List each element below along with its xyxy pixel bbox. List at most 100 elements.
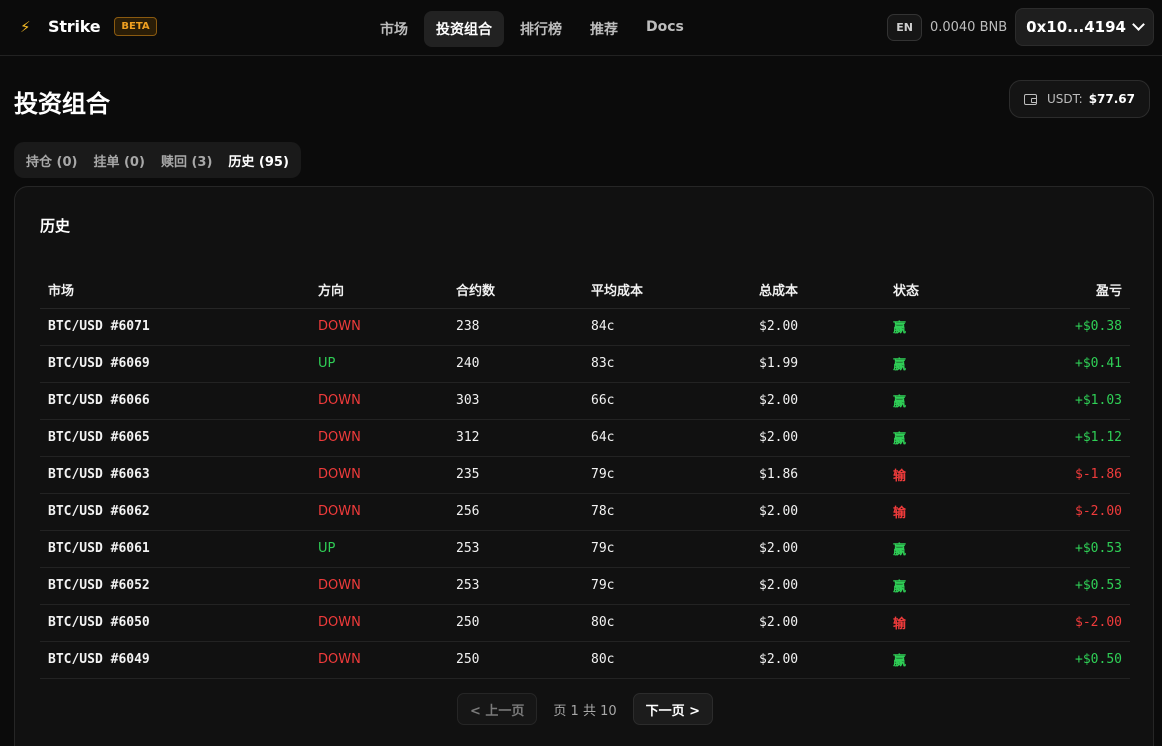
pnl-cell: $-1.86 [1035, 456, 1130, 494]
pnl-cell: $-2.00 [1035, 604, 1130, 642]
direction-cell: DOWN [310, 382, 448, 420]
pnl-cell: +$0.53 [1035, 530, 1130, 568]
nav-item-leaderboard[interactable]: 排行榜 [508, 11, 574, 47]
avg-cost-cell: 78c [583, 493, 751, 531]
usdt-label: USDT: [1046, 92, 1083, 106]
direction-cell: DOWN [310, 493, 448, 531]
avg-cost-cell: 83c [583, 345, 751, 383]
direction-cell: DOWN [310, 641, 448, 679]
table-row[interactable]: BTC/USD #6065 DOWN 312 64c $2.00 赢 +$1.12 [40, 419, 1130, 457]
bolt-icon: ⚡ [20, 17, 31, 36]
direction-cell: DOWN [310, 604, 448, 642]
nav-item-referral[interactable]: 推荐 [578, 11, 630, 47]
next-page-button[interactable]: 下一页 > [632, 693, 714, 725]
total-cost-cell: $2.00 [751, 567, 885, 605]
direction-cell: DOWN [310, 456, 448, 494]
avg-cost-cell: 80c [583, 604, 751, 642]
table-row[interactable]: BTC/USD #6066 DOWN 303 66c $2.00 赢 +$1.03 [40, 382, 1130, 420]
tab-redeem[interactable]: 赎回 (3) [153, 145, 220, 176]
tab-positions[interactable]: 持仓 (0) [18, 145, 85, 176]
tab-orders[interactable]: 挂单 (0) [85, 145, 152, 176]
prev-page-button[interactable]: < 上一页 [457, 693, 538, 725]
status-cell: 赢 [885, 419, 1035, 457]
nav-item-portfolio[interactable]: 投资组合 [424, 11, 504, 47]
market-cell: BTC/USD #6063 [40, 456, 310, 494]
status-cell: 赢 [885, 308, 1035, 346]
total-cost-cell: $2.00 [751, 382, 885, 420]
card-title: 历史 [40, 217, 71, 235]
market-cell: BTC/USD #6065 [40, 419, 310, 457]
market-cell: BTC/USD #6069 [40, 345, 310, 383]
nav-item-markets[interactable]: 市场 [368, 11, 420, 47]
table-row[interactable]: BTC/USD #6061 UP 253 79c $2.00 赢 +$0.53 [40, 530, 1130, 568]
direction-cell: DOWN [310, 308, 448, 346]
avg-cost-cell: 80c [583, 641, 751, 679]
total-cost-cell: $2.00 [751, 641, 885, 679]
language-toggle[interactable]: EN [887, 13, 922, 41]
logo[interactable]: ⚡ Strike BETA [20, 17, 157, 36]
market-cell: BTC/USD #6049 [40, 641, 310, 679]
total-cost-cell: $2.00 [751, 604, 885, 642]
market-cell: BTC/USD #6061 [40, 530, 310, 568]
brand-name: Strike [48, 17, 101, 36]
column-header-pnl: 盈亏 [1035, 271, 1130, 309]
contracts-cell: 312 [448, 419, 583, 457]
table-row[interactable]: BTC/USD #6052 DOWN 253 79c $2.00 赢 +$0.53 [40, 567, 1130, 605]
main-nav: 市场 投资组合 排行榜 推荐 Docs [368, 11, 696, 47]
pnl-cell: +$0.38 [1035, 308, 1130, 346]
avg-cost-cell: 79c [583, 530, 751, 568]
history-card: 历史 市场 方向 合约数 平均成本 总成本 状态 盈亏 BTC/USD #607… [14, 186, 1154, 746]
header-tools: EN 0.0040 BNB 0x10...4194 [887, 8, 1154, 46]
status-cell: 输 [885, 604, 1035, 642]
table-row[interactable]: BTC/USD #6069 UP 240 83c $1.99 赢 +$0.41 [40, 345, 1130, 383]
total-cost-cell: $2.00 [751, 493, 885, 531]
status-cell: 赢 [885, 382, 1035, 420]
market-cell: BTC/USD #6066 [40, 382, 310, 420]
top-navbar: ⚡ Strike BETA 市场 投资组合 排行榜 推荐 Docs EN 0.0… [0, 0, 1162, 56]
table-row[interactable]: BTC/USD #6049 DOWN 250 80c $2.00 赢 +$0.50 [40, 641, 1130, 679]
column-header-total-cost: 总成本 [751, 271, 885, 309]
table-row[interactable]: BTC/USD #6050 DOWN 250 80c $2.00 输 $-2.00 [40, 604, 1130, 642]
avg-cost-cell: 79c [583, 567, 751, 605]
pnl-cell: +$1.12 [1035, 419, 1130, 457]
avg-cost-cell: 84c [583, 308, 751, 346]
market-cell: BTC/USD #6052 [40, 567, 310, 605]
direction-cell: UP [310, 345, 448, 383]
contracts-cell: 253 [448, 567, 583, 605]
direction-cell: UP [310, 530, 448, 568]
contracts-cell: 253 [448, 530, 583, 568]
table-row[interactable]: BTC/USD #6071 DOWN 238 84c $2.00 赢 +$0.38 [40, 308, 1130, 346]
status-cell: 输 [885, 456, 1035, 494]
status-cell: 赢 [885, 567, 1035, 605]
contracts-cell: 238 [448, 308, 583, 346]
contracts-cell: 240 [448, 345, 583, 383]
usdt-value: $77.67 [1088, 92, 1135, 106]
column-header-avg-cost: 平均成本 [583, 271, 751, 309]
column-header-status: 状态 [885, 271, 1035, 309]
nav-item-docs[interactable]: Docs [634, 11, 696, 47]
avg-cost-cell: 64c [583, 419, 751, 457]
table-row[interactable]: BTC/USD #6062 DOWN 256 78c $2.00 输 $-2.00 [40, 493, 1130, 531]
contracts-cell: 303 [448, 382, 583, 420]
table-row[interactable]: BTC/USD #6063 DOWN 235 79c $1.86 输 $-1.86 [40, 456, 1130, 494]
market-cell: BTC/USD #6050 [40, 604, 310, 642]
market-cell: BTC/USD #6071 [40, 308, 310, 346]
bnb-balance: 0.0040 BNB [929, 19, 1008, 35]
market-cell: BTC/USD #6062 [40, 493, 310, 531]
status-cell: 赢 [885, 641, 1035, 679]
contracts-cell: 256 [448, 493, 583, 531]
total-cost-cell: $1.99 [751, 345, 885, 383]
wallet-address: 0x10...4194 [1026, 18, 1126, 36]
total-cost-cell: $2.00 [751, 530, 885, 568]
pnl-cell: +$1.03 [1035, 382, 1130, 420]
table-header-row: 市场 方向 合约数 平均成本 总成本 状态 盈亏 [40, 271, 1130, 309]
tab-history[interactable]: 历史 (95) [220, 145, 297, 176]
wallet-button[interactable]: 0x10...4194 [1015, 8, 1154, 46]
total-cost-cell: $1.86 [751, 456, 885, 494]
avg-cost-cell: 79c [583, 456, 751, 494]
history-table: 市场 方向 合约数 平均成本 总成本 状态 盈亏 BTC/USD #6071 DO… [40, 271, 1130, 679]
avg-cost-cell: 66c [583, 382, 751, 420]
contracts-cell: 250 [448, 604, 583, 642]
contracts-cell: 235 [448, 456, 583, 494]
pnl-cell: +$0.41 [1035, 345, 1130, 383]
